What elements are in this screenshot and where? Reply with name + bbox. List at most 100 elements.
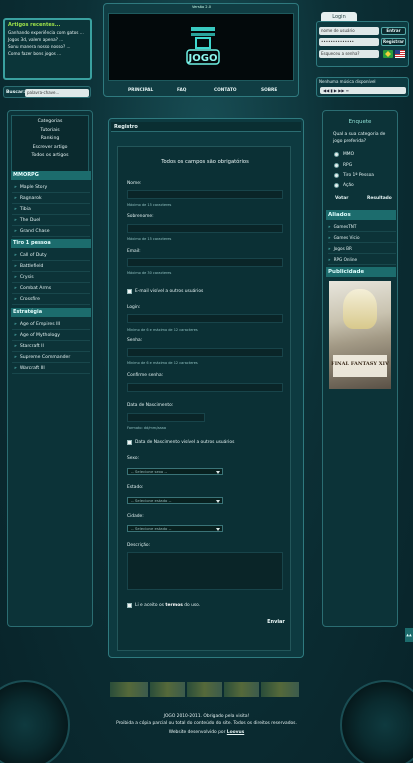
terms-label: Li e aceito os termos do uso.: [135, 603, 201, 608]
poll-option-radio[interactable]: [334, 163, 339, 168]
poll-option-radio[interactable]: [334, 152, 339, 157]
search-input[interactable]: palavra-chave...: [25, 89, 89, 97]
username-input[interactable]: nome de usuário: [319, 27, 379, 35]
bullet-icon: »: [14, 297, 17, 302]
ad-caption: FINAL FANTASY XIV: [331, 361, 389, 367]
sidebar-item[interactable]: » Ragnarok: [12, 193, 90, 204]
sidebar-item[interactable]: » Call of Duty: [12, 250, 90, 261]
sex-select[interactable]: -- Selecione sexo --: [127, 468, 223, 475]
sidebar-item[interactable]: » Starcraft II: [12, 341, 90, 352]
thumbnail-strip: [187, 682, 222, 697]
surname-hint: Máximo de 15 caracteres: [127, 237, 172, 241]
ally-link[interactable]: » RPG Online: [328, 254, 396, 265]
sidebar-item[interactable]: » Combat Arms: [12, 283, 90, 294]
recent-article-link[interactable]: Sonu manera nosso nosso? ...: [5, 43, 90, 50]
scroll-top-button[interactable]: ▲▲: [405, 628, 413, 642]
name-input[interactable]: [127, 190, 283, 199]
link-tutoriais[interactable]: Tutoriais: [12, 127, 88, 136]
register-button[interactable]: Registrar: [381, 38, 406, 46]
category-tiro: Tiro 1 pessoa: [11, 239, 91, 248]
bullet-icon: »: [14, 264, 17, 269]
sidebar-item[interactable]: » Tibia: [12, 204, 90, 215]
bullet-icon: »: [328, 224, 331, 229]
birthdate-input[interactable]: [127, 413, 205, 422]
category-estrategia: Estratégia: [11, 308, 91, 317]
password-field[interactable]: [127, 348, 283, 357]
poll-option-label: RPG: [343, 163, 353, 168]
ally-link[interactable]: » Jogos BR: [328, 243, 396, 254]
poll-option-radio[interactable]: [334, 173, 339, 178]
flag-brazil-icon[interactable]: [383, 50, 393, 58]
vote-button[interactable]: Votar: [335, 196, 348, 201]
site-logo[interactable]: JOGO: [183, 24, 223, 68]
nav-faq[interactable]: FAQ: [177, 88, 186, 93]
email-visible-label: E-mail visível a outros usuários: [135, 289, 204, 294]
nav-contato[interactable]: CONTATO: [214, 88, 237, 93]
bullet-icon: »: [14, 185, 17, 190]
music-status: Nenhuma música disponível: [319, 79, 376, 84]
ad-banner-image[interactable]: FINAL FANTASY XIV: [329, 281, 391, 389]
surname-input[interactable]: [127, 224, 283, 233]
terms-checkbox[interactable]: [127, 603, 132, 608]
poll-title: Enquete: [348, 119, 372, 125]
recent-article-link[interactable]: Ganhando experiência com gatos ...: [5, 29, 90, 36]
music-controls[interactable]: ◀◀ ▮ ▶ ▶▶ ≡: [320, 87, 406, 94]
terms-link[interactable]: termos: [165, 603, 182, 608]
confirm-password-label: Confirme senha:: [127, 373, 164, 378]
login-box: nome de usuário Entrar •••••••••••••• Re…: [316, 21, 409, 67]
thumbnail-strip: [110, 682, 148, 697]
forgot-password-link[interactable]: Esqueceu a senha?: [319, 50, 379, 58]
registration-form: Todos os campos são obrigatórios Nome: M…: [117, 146, 291, 651]
poll-option-radio[interactable]: [334, 183, 339, 188]
email-label: Email:: [127, 249, 141, 254]
allies-title: Aliados: [326, 210, 396, 220]
nav-sobre[interactable]: SOBRE: [261, 88, 277, 93]
registration-title: Registro: [111, 122, 301, 132]
link-ranking[interactable]: Ranking: [12, 135, 88, 144]
login-hint: Mínimo de 6 e máximo de 12 caracteres: [127, 328, 198, 332]
description-textarea[interactable]: [127, 552, 283, 590]
recent-articles-panel: Artigos recentes... Ganhando experiência…: [3, 18, 92, 80]
state-select[interactable]: -- Selecione estado --: [127, 497, 223, 504]
link-categorias[interactable]: Categorias: [12, 118, 88, 127]
sidebar-item[interactable]: » Supreme Commander: [12, 352, 90, 363]
results-button[interactable]: Resultado: [367, 196, 392, 201]
ally-link[interactable]: » Games Vicio: [328, 232, 396, 243]
sidebar-item[interactable]: » The Duel: [12, 215, 90, 226]
flag-usa-icon[interactable]: [395, 50, 405, 58]
logo-text: JOGO: [188, 53, 218, 64]
password-input[interactable]: ••••••••••••••: [319, 38, 379, 46]
sidebar-item[interactable]: » Battlefield: [12, 261, 90, 272]
email-input[interactable]: [127, 258, 283, 267]
site-header: Versão 2.0 JOGO PRINCIPAL FAQ CONTATO SO…: [103, 3, 299, 97]
bullet-icon: »: [14, 207, 17, 212]
recent-article-link[interactable]: Jogos 3d, valem apena? ...: [5, 36, 90, 43]
sidebar-item[interactable]: » Age of Empires III: [12, 319, 90, 330]
author-link[interactable]: Loovus: [227, 730, 244, 735]
sidebar-item[interactable]: » Warcraft III: [12, 363, 90, 374]
sidebar-item[interactable]: » Grand Chase: [12, 226, 90, 237]
sidebar-item[interactable]: » Age of Mythology: [12, 330, 90, 341]
send-button[interactable]: Enviar: [264, 617, 288, 627]
sidebar-item[interactable]: » Maple Story: [12, 182, 90, 193]
thumbnail-strip: [224, 682, 259, 697]
bullet-icon: »: [14, 286, 17, 291]
bullet-icon: »: [14, 196, 17, 201]
surname-label: Sobrenome:: [127, 214, 154, 219]
email-visible-checkbox[interactable]: [127, 289, 132, 294]
confirm-password-input[interactable]: [127, 383, 283, 392]
city-select[interactable]: -- Selecione estado --: [127, 525, 223, 532]
bullet-icon: »: [14, 355, 17, 360]
recent-article-link[interactable]: Como fazer bons jogos ...: [5, 50, 90, 57]
poll-option-label: Tiro 1ª Pessoa: [343, 173, 374, 178]
birthdate-visible-checkbox[interactable]: [127, 440, 132, 445]
sidebar-item[interactable]: » Crossfire: [12, 294, 90, 305]
nav-principal[interactable]: PRINCIPAL: [128, 88, 153, 93]
bullet-icon: »: [14, 322, 17, 327]
sidebar-item[interactable]: » Crysis: [12, 272, 90, 283]
login-input[interactable]: [127, 314, 283, 323]
ally-link[interactable]: » GamesTNT: [328, 221, 396, 232]
link-todos-artigos[interactable]: Todos os artigos: [12, 152, 88, 161]
link-escrever-artigo[interactable]: Escrever artigo: [12, 144, 88, 153]
enter-button[interactable]: Entrar: [381, 27, 406, 35]
